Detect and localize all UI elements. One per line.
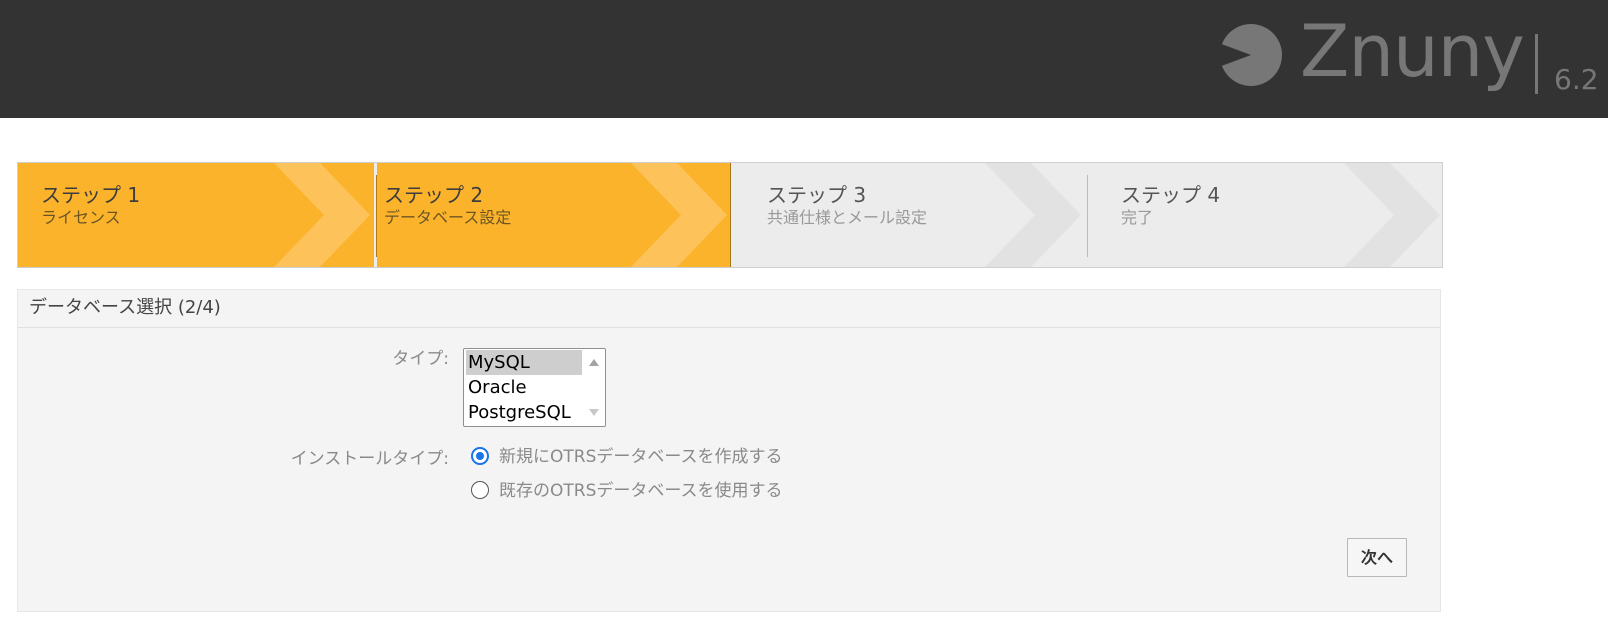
step-subtitle: 完了 bbox=[1121, 208, 1154, 227]
listbox-option-oracle[interactable]: Oracle bbox=[466, 375, 582, 400]
chevron-icon bbox=[1344, 163, 1440, 267]
brand-name: Znuny bbox=[1300, 9, 1525, 93]
step-subtitle: 共通仕様とメール設定 bbox=[767, 208, 928, 227]
znuny-logo[interactable]: Znuny 6.2 bbox=[1216, 9, 1599, 104]
chevron-icon bbox=[274, 163, 370, 267]
listbox-option-mysql[interactable]: MySQL bbox=[466, 350, 582, 375]
type-label: タイプ: bbox=[392, 349, 449, 369]
panel-header: データベース選択 (2/4) bbox=[18, 290, 1440, 328]
top-header: Znuny 6.2 bbox=[0, 0, 1608, 118]
database-selection-panel: データベース選択 (2/4) タイプ: MySQL Oracle Postgre… bbox=[17, 289, 1441, 612]
next-button[interactable]: 次へ bbox=[1347, 538, 1407, 577]
radio-label[interactable]: 新規にOTRSデータベースを作成する bbox=[499, 445, 783, 469]
step-subtitle: ライセンス bbox=[41, 208, 121, 227]
scroll-down-icon[interactable] bbox=[589, 409, 599, 416]
radio-label[interactable]: 既存のOTRSデータベースを使用する bbox=[499, 479, 783, 503]
listbox-scrollbar[interactable] bbox=[583, 349, 605, 426]
step-title: ステップ 3 bbox=[767, 183, 867, 207]
install-type-label: インストールタイプ: bbox=[290, 449, 449, 469]
step-title: ステップ 1 bbox=[41, 183, 141, 207]
listbox-option-postgresql[interactable]: PostgreSQL bbox=[466, 400, 582, 425]
step-4: ステップ 4 完了 bbox=[1088, 163, 1442, 267]
znuny-logo-icon bbox=[1216, 24, 1282, 86]
step-subtitle: データベース設定 bbox=[384, 208, 512, 227]
step-3: ステップ 3 共通仕様とメール設定 bbox=[731, 163, 1085, 267]
chevron-icon bbox=[631, 163, 727, 267]
radio-new-database[interactable] bbox=[471, 447, 489, 465]
chevron-icon bbox=[985, 163, 1081, 267]
step-title: ステップ 4 bbox=[1121, 183, 1221, 207]
panel-title: データベース選択 (2/4) bbox=[29, 297, 221, 318]
step-title: ステップ 2 bbox=[384, 183, 484, 207]
scroll-up-icon[interactable] bbox=[589, 359, 599, 366]
radio-existing-database[interactable] bbox=[471, 481, 489, 499]
step-1: ステップ 1 ライセンス bbox=[18, 163, 374, 267]
installer-steps: ステップ 1 ライセンス ステップ 2 データベース設定 ステップ 3 共通仕様… bbox=[17, 162, 1443, 268]
database-type-listbox[interactable]: MySQL Oracle PostgreSQL bbox=[463, 348, 606, 427]
step-2: ステップ 2 データベース設定 bbox=[377, 163, 731, 267]
logo-divider bbox=[1535, 34, 1538, 94]
version-label: 6.2 bbox=[1554, 63, 1599, 96]
